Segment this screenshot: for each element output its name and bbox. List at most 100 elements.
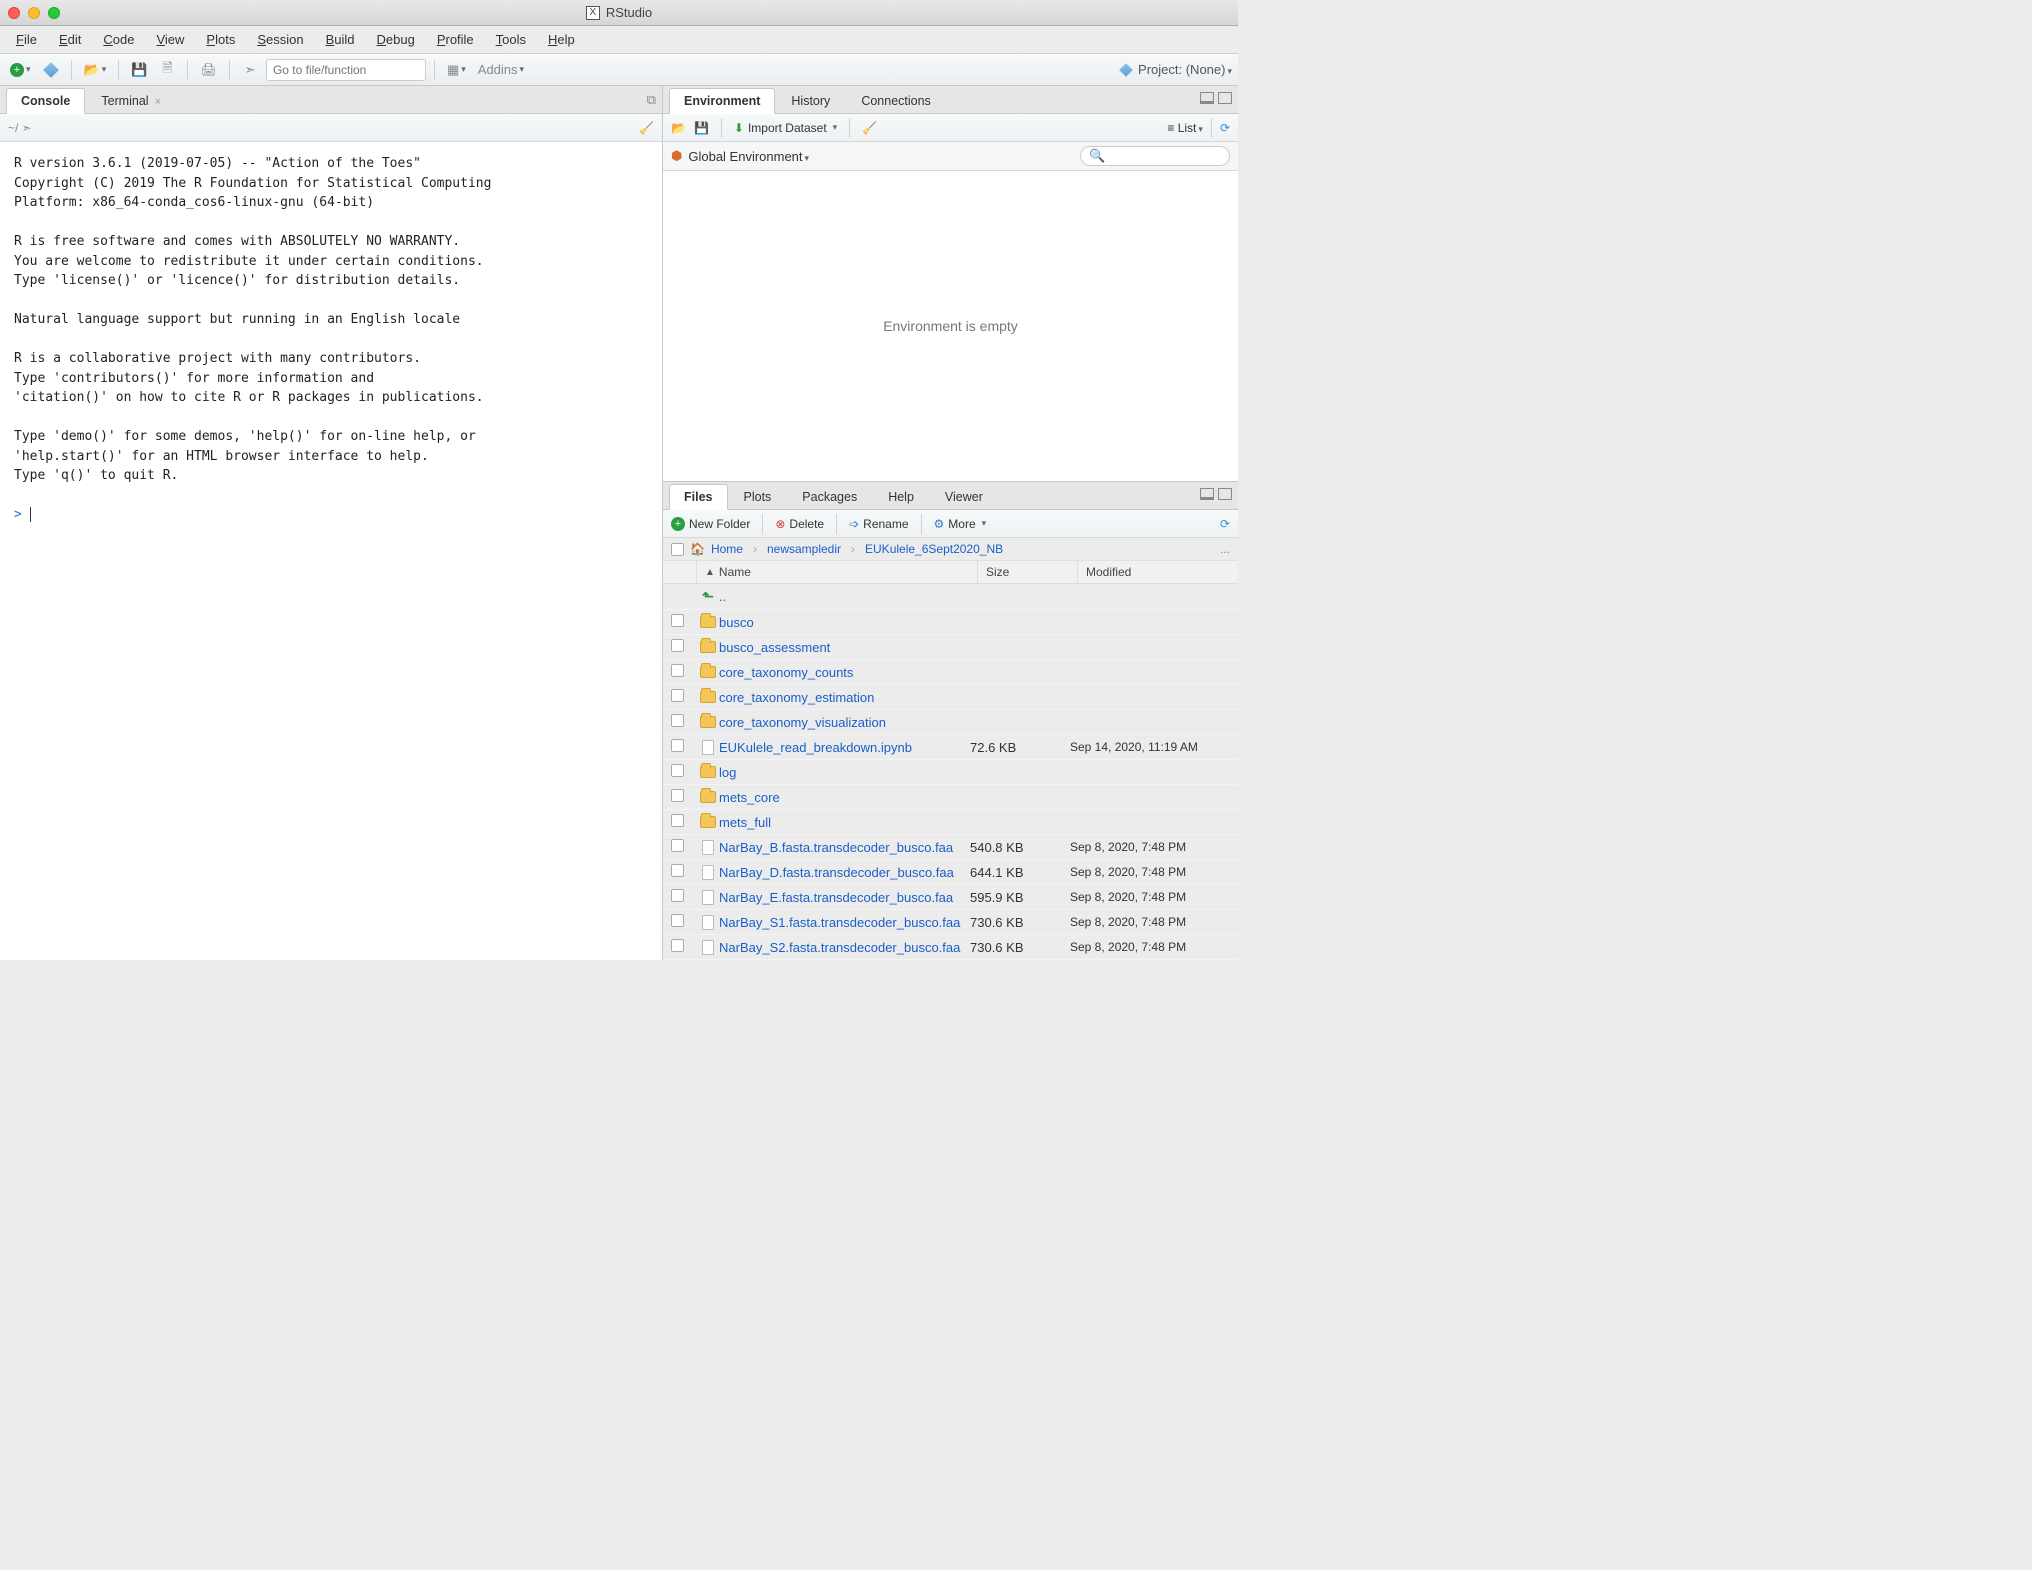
minimize-pane-icon[interactable] (1200, 92, 1214, 104)
load-workspace-button[interactable]: 📂 (671, 121, 686, 135)
env-scope-dropdown[interactable]: Global Environment▾ (688, 149, 809, 164)
select-all-checkbox[interactable] (671, 543, 684, 556)
menu-edit[interactable]: Edit (49, 28, 91, 51)
file-name[interactable]: mets_full (719, 815, 970, 830)
row-checkbox[interactable] (671, 839, 684, 852)
addins-button[interactable]: Addins▾ (474, 58, 528, 82)
print-button[interactable]: 🖨 (196, 58, 221, 82)
tab-terminal[interactable]: Terminal× (86, 88, 176, 113)
col-modified[interactable]: Modified (1078, 561, 1238, 583)
refresh-env-button[interactable]: ⟳ (1220, 121, 1230, 135)
tab-connections[interactable]: Connections (846, 88, 946, 113)
save-all-button[interactable]: 🗎 (155, 58, 179, 82)
file-row[interactable]: busco (663, 610, 1238, 635)
file-row[interactable]: busco_assessment (663, 635, 1238, 660)
row-checkbox[interactable] (671, 939, 684, 952)
file-row[interactable]: EUKulele_read_breakdown.ipynb72.6 KBSep … (663, 735, 1238, 760)
tab-packages[interactable]: Packages (787, 484, 872, 509)
file-name[interactable]: busco_assessment (719, 640, 970, 655)
save-workspace-button[interactable]: 💾 (694, 121, 709, 135)
popout-icon[interactable]: ⧉ (647, 92, 656, 108)
menu-file[interactable]: File (6, 28, 47, 51)
file-name[interactable]: NarBay_E.fasta.transdecoder_busco.faa (719, 890, 970, 905)
file-name[interactable]: core_taxonomy_counts (719, 665, 970, 680)
console-output[interactable]: R version 3.6.1 (2019-07-05) -- "Action … (0, 142, 662, 960)
file-row[interactable]: NarBay_D.fasta.transdecoder_busco.faa644… (663, 860, 1238, 885)
breadcrumb-1[interactable]: newsampledir (767, 542, 841, 556)
menu-debug[interactable]: Debug (367, 28, 425, 51)
row-checkbox[interactable] (671, 664, 684, 677)
file-name[interactable]: core_taxonomy_visualization (719, 715, 970, 730)
row-checkbox[interactable] (671, 864, 684, 877)
close-icon[interactable]: × (155, 96, 161, 108)
menu-session[interactable]: Session (247, 28, 313, 51)
row-checkbox[interactable] (671, 789, 684, 802)
goto-input[interactable] (266, 59, 426, 81)
tab-files[interactable]: Files (669, 484, 728, 510)
menu-plots[interactable]: Plots (196, 28, 245, 51)
file-name[interactable]: busco (719, 615, 970, 630)
clear-console-button[interactable]: 🧹 (639, 121, 654, 135)
menu-profile[interactable]: Profile (427, 28, 484, 51)
clear-env-button[interactable]: 🧹 (862, 121, 877, 135)
row-checkbox[interactable] (671, 714, 684, 727)
file-row[interactable]: NarBay_B.fasta.transdecoder_busco.faa540… (663, 835, 1238, 860)
breadcrumb-2[interactable]: EUKulele_6Sept2020_NB (865, 542, 1003, 556)
file-row[interactable]: NarBay_S2.fasta.transdecoder_busco.faa73… (663, 935, 1238, 960)
file-name[interactable]: mets_core (719, 790, 970, 805)
import-dataset-button[interactable]: ⬇Import Dataset▾ (734, 121, 837, 135)
open-file-button[interactable]: 📂▾ (80, 58, 111, 82)
row-checkbox[interactable] (671, 614, 684, 627)
menu-view[interactable]: View (146, 28, 194, 51)
row-checkbox[interactable] (671, 914, 684, 927)
grid-button[interactable]: ▦▾ (443, 58, 470, 82)
home-icon[interactable]: 🏠 (690, 542, 705, 556)
env-search-input[interactable] (1109, 149, 1221, 163)
tab-viewer[interactable]: Viewer (930, 484, 998, 509)
row-checkbox[interactable] (671, 889, 684, 902)
env-view-toggle[interactable]: ≡ List▾ (1167, 121, 1203, 135)
maximize-pane-icon[interactable] (1218, 488, 1232, 500)
more-button[interactable]: ⚙More▾ (934, 517, 987, 531)
file-row[interactable]: core_taxonomy_counts (663, 660, 1238, 685)
row-checkbox[interactable] (671, 814, 684, 827)
row-checkbox[interactable] (671, 764, 684, 777)
menu-build[interactable]: Build (316, 28, 365, 51)
file-name[interactable]: NarBay_B.fasta.transdecoder_busco.faa (719, 840, 970, 855)
breadcrumb-overflow[interactable]: ... (1220, 542, 1230, 556)
menu-help[interactable]: Help (538, 28, 585, 51)
rename-button[interactable]: ➩Rename (849, 517, 908, 531)
save-button[interactable]: 💾 (127, 58, 151, 82)
row-checkbox[interactable] (671, 689, 684, 702)
row-checkbox[interactable] (671, 739, 684, 752)
tab-plots[interactable]: Plots (729, 484, 787, 509)
console-prompt[interactable]: > (14, 505, 648, 525)
col-size[interactable]: Size (978, 561, 1078, 583)
refresh-files-button[interactable]: ⟳ (1220, 517, 1230, 531)
tab-environment[interactable]: Environment (669, 88, 775, 114)
files-list[interactable]: ⬑ .. busco busco_assessment core_taxonomy_… (663, 584, 1238, 960)
tab-help[interactable]: Help (873, 484, 929, 509)
col-name[interactable]: ▲Name (697, 561, 978, 583)
file-name[interactable]: EUKulele_read_breakdown.ipynb (719, 740, 970, 755)
new-file-button[interactable]: +▾ (6, 58, 35, 82)
menu-code[interactable]: Code (93, 28, 144, 51)
file-row[interactable]: core_taxonomy_estimation (663, 685, 1238, 710)
file-up-row[interactable]: ⬑ .. (663, 584, 1238, 610)
tab-console[interactable]: Console (6, 88, 85, 114)
maximize-pane-icon[interactable] (1218, 92, 1232, 104)
minimize-pane-icon[interactable] (1200, 488, 1214, 500)
menu-tools[interactable]: Tools (486, 28, 536, 51)
new-project-button[interactable] (39, 58, 63, 82)
file-name[interactable]: core_taxonomy_estimation (719, 690, 970, 705)
file-row[interactable]: NarBay_E.fasta.transdecoder_busco.faa595… (663, 885, 1238, 910)
file-row[interactable]: mets_core (663, 785, 1238, 810)
file-name[interactable]: NarBay_D.fasta.transdecoder_busco.faa (719, 865, 970, 880)
delete-button[interactable]: ⊗Delete (775, 517, 824, 531)
file-row[interactable]: core_taxonomy_visualization (663, 710, 1238, 735)
file-name[interactable]: NarBay_S1.fasta.transdecoder_busco.faa (719, 915, 970, 930)
tab-history[interactable]: History (776, 88, 845, 113)
project-menu[interactable]: Project: (None)▾ (1138, 62, 1232, 77)
file-name[interactable]: NarBay_S2.fasta.transdecoder_busco.faa (719, 940, 970, 955)
row-checkbox[interactable] (671, 639, 684, 652)
